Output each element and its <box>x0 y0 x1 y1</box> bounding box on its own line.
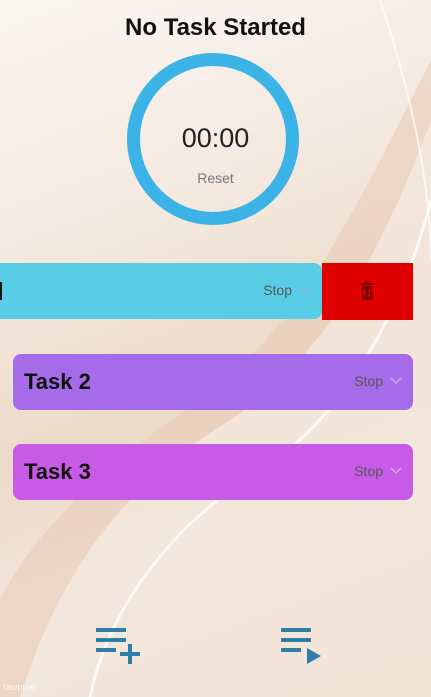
task-card-1[interactable]: Stop <box>0 263 322 319</box>
timer-display: 00:00 <box>181 123 250 153</box>
task-card-3[interactable]: Task 3 Stop <box>13 444 413 500</box>
chevron-down-icon[interactable] <box>390 464 402 476</box>
chevron-down-icon[interactable] <box>299 283 311 295</box>
task-name-fragment <box>0 282 2 300</box>
page-title: No Task Started <box>125 14 306 41</box>
stop-button[interactable]: Stop <box>263 282 292 298</box>
task-name: Task 3 <box>24 459 91 484</box>
reset-button[interactable]: Reset <box>0 170 431 186</box>
stop-button[interactable]: Stop <box>354 373 383 389</box>
playlist-play-icon[interactable] <box>281 626 323 666</box>
task-card-2[interactable]: Task 2 Stop <box>13 354 413 410</box>
stop-button[interactable]: Stop <box>354 463 383 479</box>
watermark: rawpixel <box>3 682 37 692</box>
delete-task-button[interactable] <box>322 263 413 320</box>
task-name: Task 2 <box>24 369 91 394</box>
playlist-add-icon[interactable] <box>96 626 150 666</box>
app-screen: No Task Started 00:00 Reset Stop Task 2 … <box>0 0 431 697</box>
trash-icon <box>360 281 374 300</box>
chevron-down-icon[interactable] <box>390 374 402 386</box>
